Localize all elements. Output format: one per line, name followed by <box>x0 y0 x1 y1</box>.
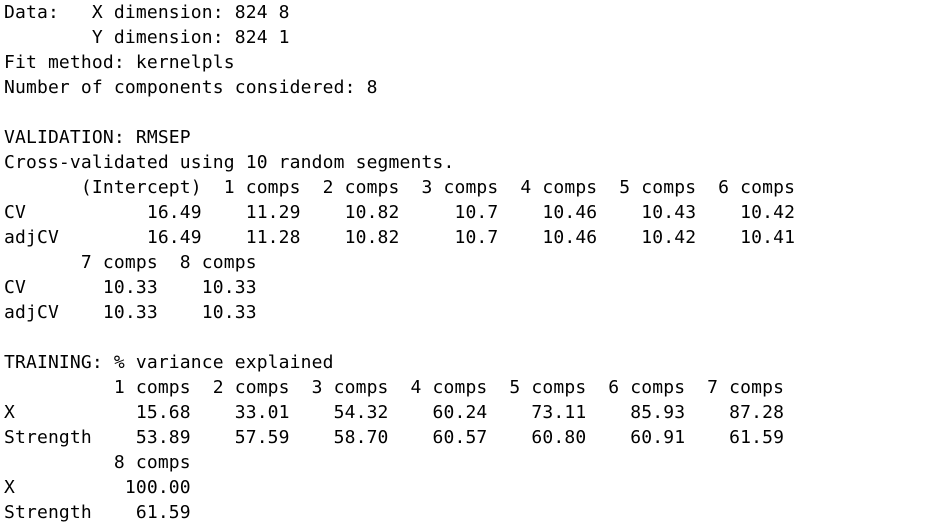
console-line: CV 16.49 11.29 10.82 10.7 10.46 10.43 10… <box>4 202 796 223</box>
console-line: 7 comps 8 comps <box>4 252 257 273</box>
console-line: Strength 53.89 57.59 58.70 60.57 60.80 6… <box>4 427 785 448</box>
console-line: Number of components considered: 8 <box>4 77 378 98</box>
console-line: VALIDATION: RMSEP <box>4 127 191 148</box>
console-line: 8 comps <box>4 452 191 473</box>
console-line: adjCV 10.33 10.33 <box>4 302 257 323</box>
console-line: Data: X dimension: 824 8 <box>4 2 290 23</box>
console-line: X 15.68 33.01 54.32 60.24 73.11 85.93 87… <box>4 402 785 423</box>
console-line: adjCV 16.49 11.28 10.82 10.7 10.46 10.42… <box>4 227 796 248</box>
console-line: CV 10.33 10.33 <box>4 277 257 298</box>
console-line: 1 comps 2 comps 3 comps 4 comps 5 comps … <box>4 377 785 398</box>
console-line: Strength 61.59 <box>4 502 191 523</box>
console-line: (Intercept) 1 comps 2 comps 3 comps 4 co… <box>4 177 796 198</box>
console-line: X 100.00 <box>4 477 191 498</box>
console-output: Data: X dimension: 824 8 Y dimension: 82… <box>0 0 950 523</box>
console-line: TRAINING: % variance explained <box>4 352 334 373</box>
console-line: Cross-validated using 10 random segments… <box>4 152 455 173</box>
console-line: Fit method: kernelpls <box>4 52 235 73</box>
console-line: Y dimension: 824 1 <box>4 27 290 48</box>
